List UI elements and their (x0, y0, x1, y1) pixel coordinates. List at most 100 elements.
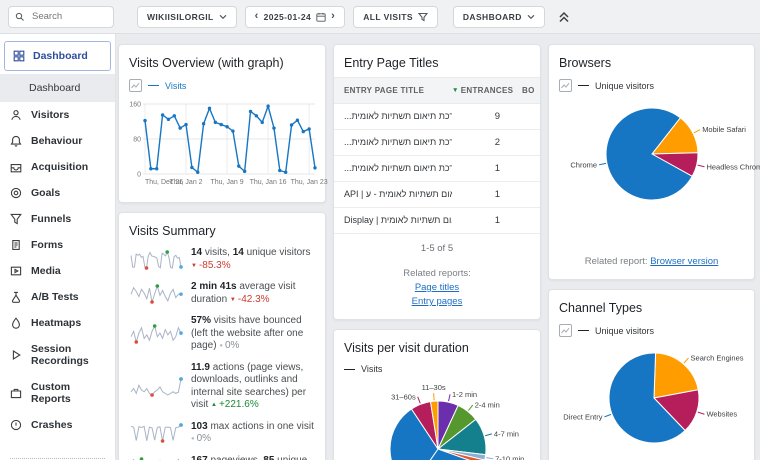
sidebar-item-a-b-tests[interactable]: A/B Tests (0, 284, 115, 310)
table-row[interactable]: ...כז הידע - מערכת תיאום תשתיות לאומית2 (334, 130, 540, 156)
previous-period-icon[interactable]: ‹ (255, 11, 259, 22)
sidebar-item-label: Custom Reports (31, 381, 105, 405)
summary-row[interactable]: 2 min 41s average visit duration ▼-42.3% (129, 281, 315, 306)
page-titles-link[interactable]: Page titles (334, 282, 540, 293)
table-row[interactable]: API | מערכת תיאום תשתיות לאומית - ע...1 (334, 182, 540, 208)
sidebar-item-media[interactable]: Media (0, 258, 115, 284)
series-legend-label[interactable]: Visits (165, 81, 186, 91)
table-row[interactable]: Display | מערכת תיאום תשתיות לאומית...1 (334, 208, 540, 234)
top-bar: WIKIISILORGIL ‹ 2025-01-24 › ALL VISITS … (0, 0, 760, 34)
sidebar-item-visitors[interactable]: Visitors (0, 102, 115, 128)
bounces-cell (510, 163, 540, 174)
sidebar-item-session-recordings[interactable]: Session Recordings (0, 336, 115, 374)
pie-label-7-10-min: 7-10 min (495, 454, 524, 460)
pie-label-4-7-min: 4-7 min (494, 429, 519, 438)
entry-page-title-cell[interactable]: ...כז הידע - מערכת תיאום תשתיות לאומית (334, 137, 452, 148)
svg-text:80: 80 (133, 137, 141, 144)
sidebar-item-label: Crashes (31, 419, 72, 431)
visits-overview-card: Visits Overview (with graph) Visits 0801… (118, 44, 326, 203)
table-row[interactable]: ...כז הידע - מערכת תיאום תשתיות לאומית1 (334, 156, 540, 182)
entry-page-title-cell[interactable]: ...כז הידע - מערכת תיאום תשתיות לאומית (334, 163, 452, 174)
table-header[interactable]: ENTRY PAGE TITLE ▼ENTRANCES BO (334, 77, 540, 104)
entry-pages-link[interactable]: Entry pages (334, 296, 540, 307)
segment-label: ALL VISITS (363, 12, 413, 22)
trend-up-icon: ▲ (211, 402, 217, 408)
sidebar-item-funnels[interactable]: Funnels (0, 206, 115, 232)
sidebar: DashboardDashboardVisitorsBehaviourAcqui… (0, 33, 116, 460)
export-image-icon[interactable] (559, 79, 572, 92)
trend-down-icon: ▼ (191, 263, 197, 269)
bounces-cell (510, 189, 540, 200)
pie-label-31-60s: 31–60s (391, 392, 416, 401)
sidebar-item-crashes[interactable]: Crashes (0, 412, 115, 438)
summary-row[interactable]: 103 max actions in one visit ●0% (129, 421, 315, 446)
search-input[interactable] (8, 6, 114, 28)
sidebar-item-behaviour[interactable]: Behaviour (0, 128, 115, 154)
sidebar-item-label: Dashboard (33, 50, 88, 62)
sidebar-item-label: Session Recordings (31, 343, 105, 367)
sparkline-chart (129, 456, 183, 460)
card-title: Entry Page Titles (334, 45, 540, 77)
date-range-button[interactable]: ‹ 2025-01-24 › (245, 6, 346, 28)
summary-row[interactable]: 167 pageviews, 85 unique pageviews ▼-52.… (129, 455, 315, 460)
summary-text: 11.9 actions (page views, downloads, out… (191, 362, 315, 412)
sidebar-subitem-dashboard[interactable]: Dashboard (0, 74, 115, 102)
summary-row[interactable]: 14 visits, 14 unique visitors ▼-85.3% (129, 247, 315, 272)
evolution-change: ▲+221.6% (211, 399, 259, 410)
collapse-double-chevron-up-icon[interactable] (558, 11, 570, 23)
export-image-icon[interactable] (559, 324, 572, 337)
column-bounces-clipped[interactable]: BO (510, 86, 540, 95)
sidebar-item-label: Forms (31, 239, 63, 251)
column-entrances[interactable]: ▼ENTRANCES (452, 86, 510, 95)
table-row[interactable]: ...כז הידע - מערכת תיאום תשתיות לאומית9 (334, 104, 540, 130)
sidebar-item-label: Funnels (31, 213, 71, 225)
search-field[interactable] (30, 10, 94, 23)
sidebar-item-custom-reports[interactable]: Custom Reports (0, 374, 115, 412)
sidebar-item-heatmaps[interactable]: Heatmaps (0, 310, 115, 336)
series-legend-label: Unique visitors (595, 326, 654, 336)
entry-page-titles-card: Entry Page Titles ENTRY PAGE TITLE ▼ENTR… (333, 44, 541, 320)
visits-summary-card: Visits Summary 14 visits, 14 unique visi… (118, 212, 326, 460)
visit-duration-pie-chart: 1-2 min2-4 min4-7 min7-10 min10-15 min31… (344, 378, 532, 460)
behaviour-icon (10, 135, 22, 147)
pie-label-headless-chrome: Headless Chrome (706, 162, 760, 171)
browser-version-link[interactable]: Browser version (650, 256, 718, 267)
card-title: Channel Types (549, 290, 754, 322)
entry-page-title-cell[interactable]: API | מערכת תיאום תשתיות לאומית - ע... (334, 189, 452, 200)
site-selector-button[interactable]: WIKIISILORGIL (137, 6, 237, 28)
entry-page-title-cell[interactable]: ...כז הידע - מערכת תיאום תשתיות לאומית (334, 111, 452, 122)
svg-text:Thu, Jan 23: Thu, Jan 23 (291, 179, 328, 186)
sidebar-item-dashboard[interactable]: Dashboard (4, 41, 111, 71)
site-selector-label: WIKIISILORGIL (147, 12, 214, 22)
chevron-down-icon (219, 14, 227, 20)
pie-label-11-30s: 11–30s (422, 383, 446, 392)
card-title: Visits per visit duration (334, 330, 540, 362)
channel-types-card: Channel Types Unique visitors Search Eng… (548, 289, 755, 460)
svg-text:Thu, Jan 9: Thu, Jan 9 (211, 179, 244, 186)
pie-label-mobile-safari: Mobile Safari (702, 125, 746, 134)
export-image-icon[interactable] (129, 79, 142, 92)
summary-row[interactable]: 57% visits have bounced (left the websit… (129, 315, 315, 353)
svg-text:Thu, Jan 2: Thu, Jan 2 (169, 179, 202, 186)
pie-label-2-4-min: 2-4 min (475, 401, 500, 410)
dashboard-selector-button[interactable]: DASHBOARD (453, 6, 545, 28)
pie-label-chrome: Chrome (570, 160, 597, 169)
dashboard-icon (13, 50, 25, 62)
reports-icon (10, 387, 22, 399)
entry-page-title-cell[interactable]: Display | מערכת תיאום תשתיות לאומית... (334, 215, 452, 226)
sidebar-item-forms[interactable]: Forms (0, 232, 115, 258)
crashes-icon (10, 419, 22, 431)
next-period-icon[interactable]: › (331, 11, 335, 22)
sidebar-item-acquisition[interactable]: Acquisition (0, 154, 115, 180)
pagination-label: 1-5 of 5 (334, 234, 540, 254)
browsers-pie-chart: Mobile SafariHeadless ChromeChrome (559, 96, 745, 252)
column-entry-page-title[interactable]: ENTRY PAGE TITLE (334, 86, 452, 95)
segment-funnel-icon (418, 12, 428, 22)
summary-row[interactable]: 11.9 actions (page views, downloads, out… (129, 362, 315, 412)
sparkline-chart (129, 283, 183, 305)
sparkline-chart (129, 249, 183, 271)
sidebar-item-goals[interactable]: Goals (0, 180, 115, 206)
entrances-cell: 9 (452, 111, 510, 122)
segment-selector-button[interactable]: ALL VISITS (353, 6, 438, 28)
series-legend-dash (578, 330, 589, 331)
